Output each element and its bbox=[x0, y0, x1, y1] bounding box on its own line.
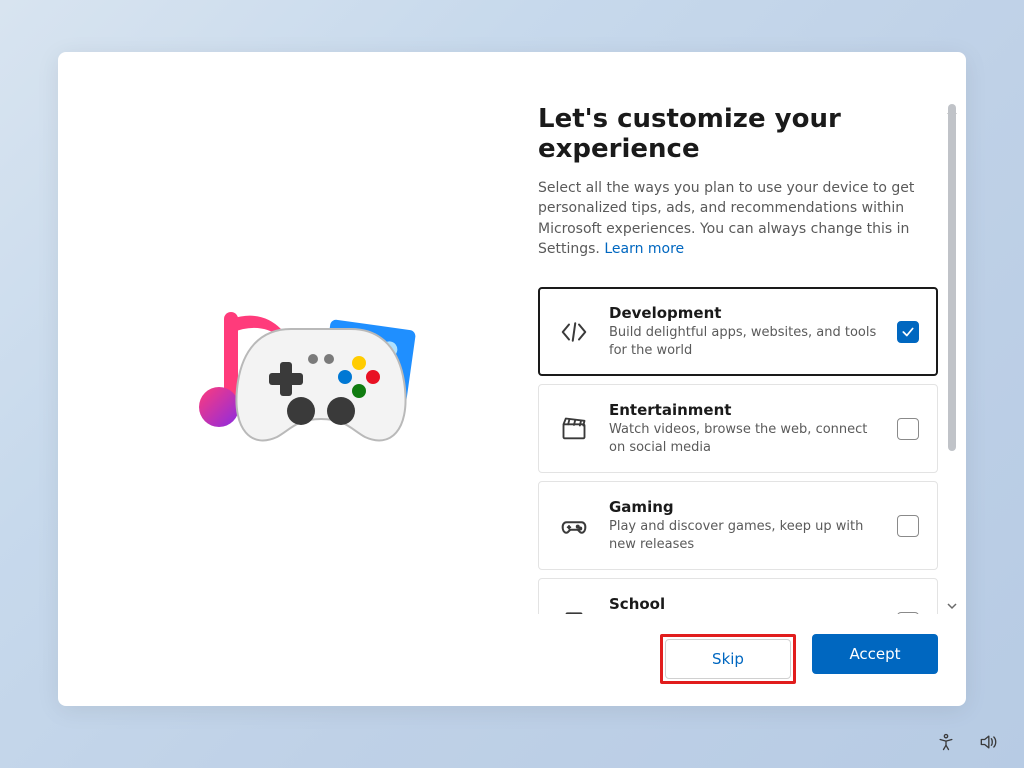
option-checkbox[interactable] bbox=[897, 612, 919, 614]
code-icon bbox=[557, 315, 591, 349]
option-desc: Build delightful apps, websites, and too… bbox=[609, 324, 879, 359]
skip-button[interactable]: Skip bbox=[665, 639, 791, 679]
page-title: Let's customize your experience bbox=[538, 104, 938, 164]
illustration-pane bbox=[58, 52, 524, 706]
accept-button[interactable]: Accept bbox=[812, 634, 938, 674]
option-entertainment[interactable]: Entertainment Watch videos, browse the w… bbox=[538, 384, 938, 473]
clapperboard-icon bbox=[557, 412, 591, 446]
volume-icon[interactable] bbox=[978, 732, 998, 752]
option-title: School bbox=[609, 595, 879, 613]
scroll-down-icon[interactable] bbox=[944, 598, 960, 614]
scrollable-content[interactable]: Let's customize your experience Select a… bbox=[538, 104, 966, 614]
scrollbar[interactable] bbox=[944, 104, 960, 614]
option-desc: Play and discover games, keep up with ne… bbox=[609, 518, 879, 553]
scrollbar-thumb[interactable] bbox=[948, 104, 956, 451]
option-desc: Watch videos, browse the web, connect on… bbox=[609, 421, 879, 456]
accessibility-icon[interactable] bbox=[936, 732, 956, 752]
option-title: Entertainment bbox=[609, 401, 879, 419]
customize-illustration bbox=[141, 279, 441, 479]
skip-highlight-box: Skip bbox=[660, 634, 796, 684]
option-development[interactable]: Development Build delightful apps, websi… bbox=[538, 287, 938, 376]
oobe-window: Let's customize your experience Select a… bbox=[58, 52, 966, 706]
option-title: Gaming bbox=[609, 498, 879, 516]
learn-more-link[interactable]: Learn more bbox=[604, 241, 684, 257]
option-title: Development bbox=[609, 304, 879, 322]
option-gaming[interactable]: Gaming Play and discover games, keep up … bbox=[538, 481, 938, 570]
option-school[interactable]: School Take notes, write essays, collabo… bbox=[538, 578, 938, 614]
system-tray bbox=[936, 732, 998, 752]
content-pane: Let's customize your experience Select a… bbox=[524, 52, 966, 706]
controller-icon bbox=[557, 509, 591, 543]
option-checkbox[interactable] bbox=[897, 418, 919, 440]
notebook-icon bbox=[557, 606, 591, 614]
option-checkbox[interactable] bbox=[897, 321, 919, 343]
option-checkbox[interactable] bbox=[897, 515, 919, 537]
page-subtext: Select all the ways you plan to use your… bbox=[538, 178, 938, 259]
footer-buttons: Skip Accept bbox=[660, 634, 938, 684]
usage-options: Development Build delightful apps, websi… bbox=[538, 287, 938, 614]
subtext-body: Select all the ways you plan to use your… bbox=[538, 180, 914, 257]
